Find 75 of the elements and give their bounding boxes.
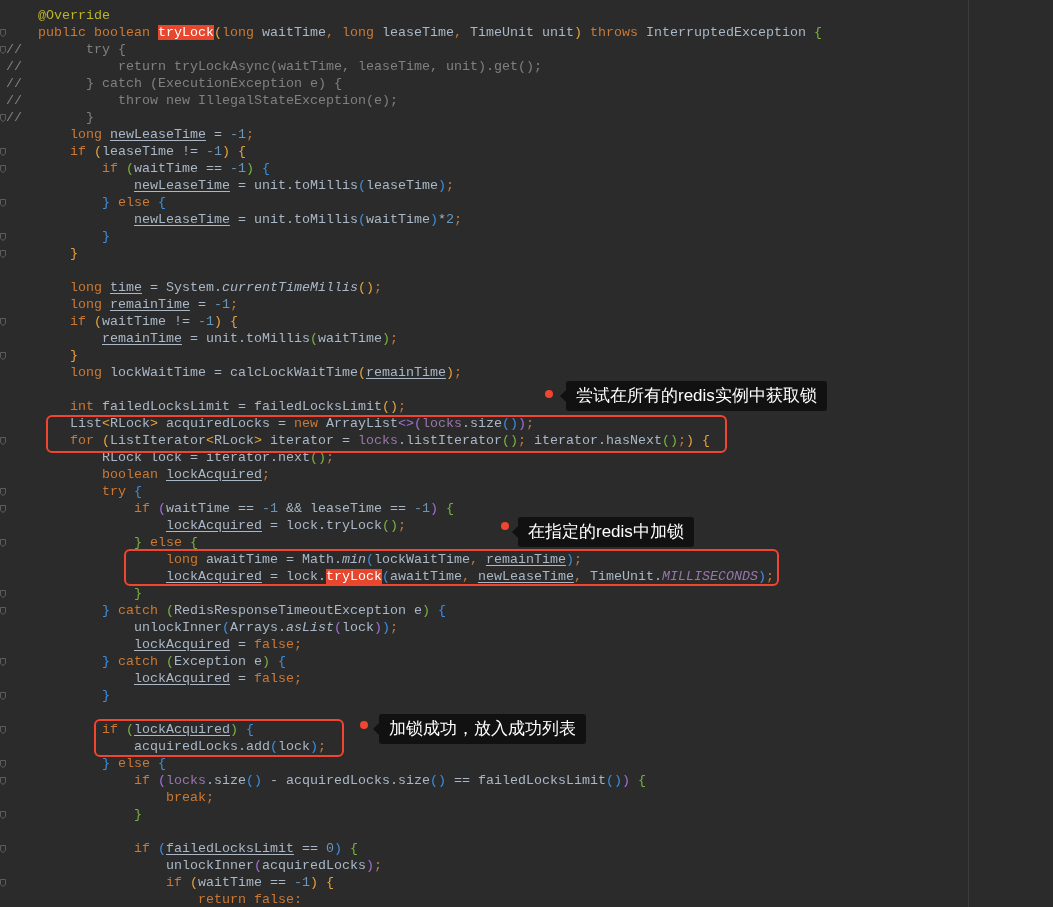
fold-marker-icon[interactable] bbox=[0, 147, 6, 156]
callout-label: 加锁成功，放入成功列表 bbox=[373, 714, 586, 744]
code-line: // } bbox=[6, 109, 94, 126]
fold-marker-icon[interactable] bbox=[0, 657, 6, 666]
fold-marker-icon[interactable] bbox=[0, 589, 6, 598]
code-line: acquiredLocks.add(lock); bbox=[132, 738, 326, 755]
code-line: } catch (Exception e) { bbox=[100, 653, 286, 670]
code-line: try { bbox=[100, 483, 142, 500]
fold-marker-icon[interactable] bbox=[0, 113, 6, 122]
fold-marker-icon[interactable] bbox=[0, 198, 6, 207]
code-line: if (leaseTime != -1) { bbox=[69, 143, 246, 160]
fold-marker-icon[interactable] bbox=[0, 351, 6, 360]
fold-marker-icon[interactable] bbox=[0, 504, 6, 513]
code-line: } bbox=[69, 347, 78, 364]
code-line: // try { bbox=[6, 41, 126, 58]
fold-marker-icon[interactable] bbox=[0, 844, 6, 853]
code-line: boolean lockAcquired; bbox=[100, 466, 270, 483]
fold-marker-icon[interactable] bbox=[0, 436, 6, 445]
code-line: @Override bbox=[37, 7, 110, 24]
fold-marker-icon[interactable] bbox=[0, 810, 6, 819]
code-line: lockAcquired = false; bbox=[133, 670, 302, 687]
code-line: return false: bbox=[196, 891, 302, 907]
fold-marker-icon[interactable] bbox=[0, 606, 6, 615]
fold-marker-icon[interactable] bbox=[0, 878, 6, 887]
code-line: long remainTime = -1; bbox=[69, 296, 238, 313]
fold-marker-icon[interactable] bbox=[0, 317, 6, 326]
code-line: } bbox=[100, 228, 110, 245]
code-line: newLeaseTime = unit.toMillis(leaseTime); bbox=[133, 177, 454, 194]
code-line: unlockInner(acquiredLocks); bbox=[164, 857, 382, 874]
fold-marker-icon[interactable] bbox=[0, 487, 6, 496]
code-line: public boolean tryLock(long waitTime, long leaseTime, TimeUnit unit) throws InterruptedException { bbox=[37, 24, 822, 41]
code-line: if (waitTime == -1) { bbox=[100, 160, 270, 177]
code-line: lockAcquired = false; bbox=[133, 636, 302, 653]
code-line: long lockWaitTime = calcLockWaitTime(remainTime); bbox=[69, 364, 462, 381]
fold-marker-icon[interactable] bbox=[0, 164, 6, 173]
code-line: if (locks.size() - acquiredLocks.size() == failedLocksLimit()) { bbox=[132, 772, 646, 789]
code-line: remainTime = unit.toMillis(waitTime); bbox=[101, 330, 398, 347]
code-line: } else { bbox=[132, 534, 198, 551]
code-line: unlockInner(Arrays.asList(lock)); bbox=[132, 619, 398, 636]
fold-marker-icon[interactable] bbox=[0, 538, 6, 547]
code-line: // return tryLockAsync(waitTime, leaseTime, unit).get(); bbox=[6, 58, 542, 75]
code-line: } else { bbox=[100, 755, 166, 772]
code-line: int failedLocksLimit = failedLocksLimit(); bbox=[69, 398, 406, 415]
code-line: } else { bbox=[100, 194, 166, 211]
callout-label: 尝试在所有的redis实例中获取锁 bbox=[560, 381, 827, 411]
fold-marker-icon[interactable] bbox=[0, 691, 6, 700]
code-line: long newLeaseTime = -1; bbox=[69, 126, 254, 143]
code-line: if (waitTime == -1 && leaseTime == -1) { bbox=[132, 500, 454, 517]
code-line: long awaitTime = Math.min(lockWaitTime, remainTime); bbox=[164, 551, 582, 568]
fold-marker-icon[interactable] bbox=[0, 759, 6, 768]
code-line: // throw new IllegalStateException(e); bbox=[6, 92, 398, 109]
code-line: break; bbox=[164, 789, 214, 806]
code-line: } bbox=[100, 687, 110, 704]
code-line: } bbox=[132, 806, 142, 823]
fold-marker-icon[interactable] bbox=[0, 45, 6, 54]
code-line: if (failedLocksLimit == 0) { bbox=[132, 840, 358, 857]
code-line: } catch (RedisResponseTimeoutException e) { bbox=[100, 602, 446, 619]
fold-marker-icon[interactable] bbox=[0, 28, 6, 37]
code-line: } bbox=[132, 585, 142, 602]
code-line: List<RLock> acquiredLocks = new ArrayList<>(locks.size()); bbox=[69, 415, 534, 432]
code-line: // } catch (ExecutionException e) { bbox=[6, 75, 342, 92]
fold-marker-icon[interactable] bbox=[0, 232, 6, 241]
fold-marker-icon[interactable] bbox=[0, 776, 6, 785]
fold-marker-icon[interactable] bbox=[0, 725, 6, 734]
code-line: for (ListIterator<RLock> iterator = locks.listIterator(); iterator.hasNext();) { bbox=[69, 432, 710, 449]
code-line: if (waitTime != -1) { bbox=[69, 313, 238, 330]
code-line: lockAcquired = lock.tryLock(awaitTime, newLeaseTime, TimeUnit.MILLISECONDS); bbox=[164, 568, 774, 585]
callout-label: 在指定的redis中加锁 bbox=[512, 517, 694, 547]
fold-marker-icon[interactable] bbox=[0, 249, 6, 258]
code-line: if (lockAcquired) { bbox=[100, 721, 254, 738]
code-line: long time = System.currentTimeMillis(); bbox=[69, 279, 382, 296]
code-line: lockAcquired = lock.tryLock(); bbox=[164, 517, 406, 534]
code-line: } bbox=[69, 245, 78, 262]
code-line: newLeaseTime = unit.toMillis(waitTime)*2; bbox=[133, 211, 462, 228]
code-line: if (waitTime == -1) { bbox=[164, 874, 334, 891]
